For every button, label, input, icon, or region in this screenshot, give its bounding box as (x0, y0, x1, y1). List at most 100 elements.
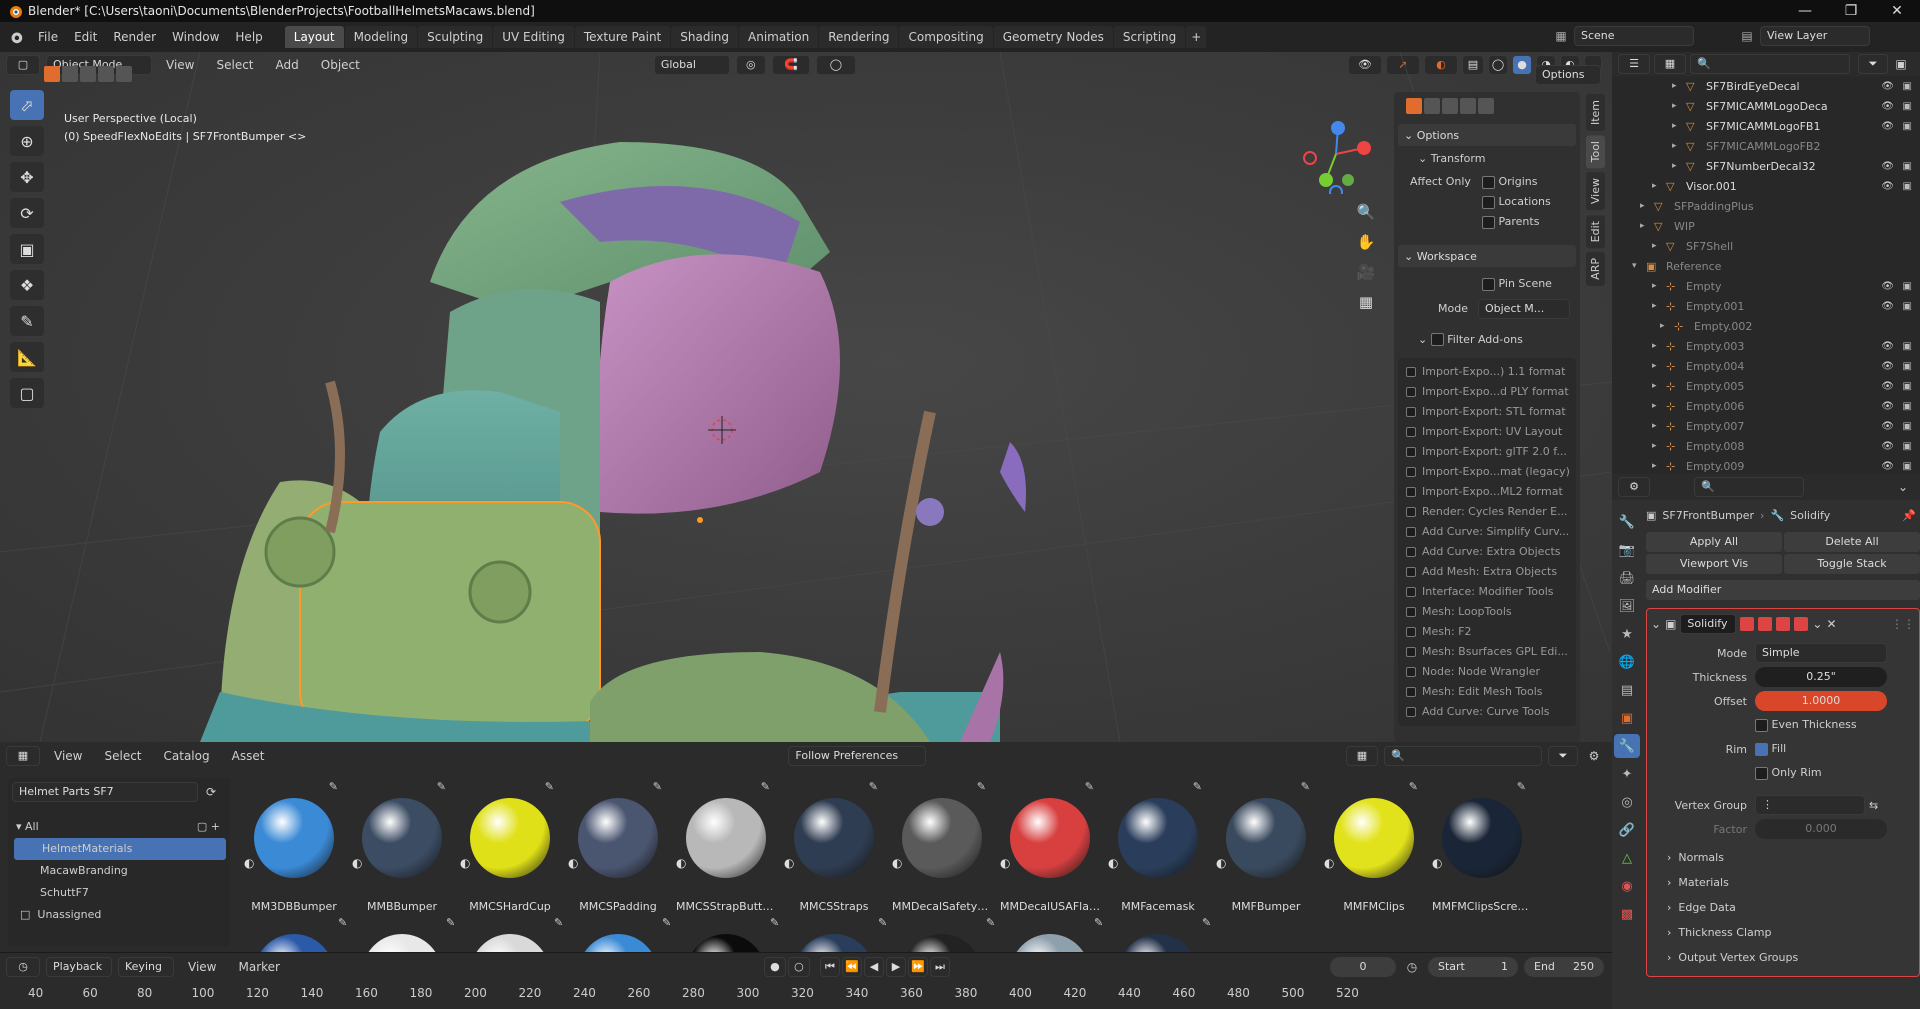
addon-check-box-icon[interactable] (1406, 547, 1416, 557)
parents-check-box-icon[interactable] (1482, 215, 1495, 229)
visibility-eye-icon[interactable]: 👁 (1881, 161, 1894, 172)
outliner-row[interactable]: ▸ ⊹ Empty.002 (1612, 316, 1920, 336)
only-rim-checkbox[interactable]: Only Rim (1755, 766, 1822, 780)
edit-asset-icon[interactable]: ✎ (554, 916, 563, 929)
outliner-item-name[interactable]: Empty.005 (1686, 380, 1744, 393)
outliner-item-name[interactable]: SFPaddingPlus (1674, 200, 1754, 213)
addon-item[interactable]: Mesh: LoopTools (1398, 602, 1576, 622)
tab-view[interactable]: View (1585, 172, 1605, 211)
tab-edit[interactable]: Edit (1585, 214, 1605, 248)
collapse-chevron-icon[interactable]: ⌄ (1651, 617, 1661, 631)
material-preview-sphere[interactable] (1118, 934, 1198, 952)
constraints-props-icon[interactable]: 🔗 (1614, 818, 1640, 842)
expand-arrow-icon[interactable]: ▸ (1660, 321, 1674, 331)
outliner-row[interactable]: ▸ ▽ SFPaddingPlus (1612, 196, 1920, 216)
panel-select-extend-icon[interactable] (1424, 98, 1440, 114)
output-vertex-groups-subpanel[interactable]: › Output Vertex Groups (1667, 945, 1915, 970)
catalog-item-all[interactable]: ▾ All ▢ + (8, 816, 230, 838)
properties-editor-type-icon[interactable]: ⚙ (1618, 477, 1650, 497)
outliner-display-mode-icon[interactable]: ▦ (1654, 54, 1686, 74)
outliner-item-name[interactable]: Empty.006 (1686, 400, 1744, 413)
edit-asset-icon[interactable]: ✎ (878, 916, 887, 929)
record-icon[interactable]: ● (763, 956, 786, 977)
pin-icon[interactable]: 📌 (1902, 509, 1916, 522)
addon-check-box-icon[interactable] (1406, 367, 1416, 377)
workspace-section-header[interactable]: ⌄ Workspace (1398, 245, 1576, 267)
add-cube-tool-icon[interactable]: ▢ (10, 378, 44, 408)
perspective-toggle-icon[interactable]: ▦ (1354, 290, 1378, 314)
auto-key-icon[interactable]: ○ (787, 956, 810, 977)
expand-arrow-icon[interactable]: ▸ (1672, 81, 1686, 91)
expand-arrow-icon[interactable]: ▸ (1652, 301, 1666, 311)
outliner-item-name[interactable]: SF7BirdEyeDecal (1706, 80, 1800, 93)
workspace-mode-select[interactable]: Object M... (1477, 298, 1570, 319)
material-asset[interactable]: ◐ ✎ MM3DBBumper (244, 780, 344, 913)
measure-tool-icon[interactable]: 📐 (10, 342, 44, 372)
material-asset[interactable]: ◐ ✎ MMCSPadding (568, 780, 668, 913)
material-preview-sphere[interactable] (254, 934, 334, 952)
play-reverse-icon[interactable]: ◀ (863, 956, 884, 977)
menu-window[interactable]: Window (164, 26, 227, 48)
addon-check-box-icon[interactable] (1406, 647, 1416, 657)
outliner-row[interactable]: ▸ ▽ SF7MICAMMLogoFB1 👁 ▣ (1612, 116, 1920, 136)
addon-check-box-icon[interactable] (1406, 447, 1416, 457)
outliner-item-name[interactable]: Empty.002 (1694, 320, 1752, 333)
expand-arrow-icon[interactable]: ▾ (1632, 261, 1646, 271)
outliner-item-name[interactable]: WIP (1674, 220, 1695, 233)
asset-filter-icon[interactable]: ⏷ (1548, 746, 1578, 766)
addon-check-box-icon[interactable] (1406, 487, 1416, 497)
even-thickness-check-box-icon[interactable] (1755, 718, 1768, 732)
outliner-search-input[interactable]: 🔍 (1690, 54, 1850, 74)
material-preview-sphere[interactable] (902, 798, 982, 878)
material-preview-sphere[interactable] (902, 934, 982, 952)
maximize-icon[interactable]: ❐ (1828, 0, 1874, 22)
next-keyframe-icon[interactable]: ⏩ (907, 956, 928, 977)
tab-geometry-nodes[interactable]: Geometry Nodes (993, 26, 1113, 48)
outliner-item-name[interactable]: Empty.007 (1686, 420, 1744, 433)
panel-select-subtract-icon[interactable] (1442, 98, 1458, 114)
tab-tool[interactable]: Tool (1585, 135, 1605, 169)
material-preview-sphere[interactable] (470, 934, 550, 952)
asset-menu-select[interactable]: Select (96, 745, 149, 767)
tab-sculpting[interactable]: Sculpting (418, 26, 493, 48)
visibility-eye-icon[interactable]: 👁 (1881, 361, 1894, 372)
filter-addons-check-box-icon[interactable] (1430, 333, 1444, 346)
material-preview-sphere[interactable] (1442, 798, 1522, 878)
addon-item[interactable]: Import-Expo...mat (legacy) (1398, 462, 1576, 482)
playback-menu[interactable]: Playback (46, 956, 112, 977)
particles-props-icon[interactable]: ✦ (1614, 762, 1640, 786)
material-asset[interactable]: ◐ ✎ MMFMClips (1324, 780, 1424, 913)
new-catalog-icon[interactable]: ▢ + (197, 816, 220, 838)
expand-arrow-icon[interactable]: ▸ (1672, 121, 1686, 131)
outliner-row[interactable]: ▸ ⊹ Empty 👁 ▣ (1612, 276, 1920, 296)
annotate-tool-icon[interactable]: ✎ (10, 306, 44, 336)
tab-uv-editing[interactable]: UV Editing (493, 26, 574, 48)
visibility-eye-icon[interactable]: 👁 (1881, 101, 1894, 112)
outliner-item-name[interactable]: SF7Shell (1686, 240, 1733, 253)
outliner-editor-type-icon[interactable]: ☰ (1618, 54, 1650, 74)
move-tool-icon[interactable]: ✥ (10, 162, 44, 192)
panel-select-invert-icon[interactable] (1460, 98, 1476, 114)
material-asset[interactable]: ◐ ✎ MMFMClipsScrews (1432, 780, 1532, 913)
material-preview-sphere[interactable] (794, 798, 874, 878)
visibility-eye-icon[interactable]: 👁 (1881, 441, 1894, 452)
blender-menu-icon[interactable] (8, 29, 24, 45)
material-preview-sphere[interactable] (794, 934, 874, 952)
apply-all-button[interactable]: Apply All (1646, 532, 1782, 552)
tab-texture-paint[interactable]: Texture Paint (574, 26, 671, 48)
refresh-library-icon[interactable]: ⟳ (202, 782, 220, 802)
material-asset[interactable]: ◐ ✎ MMCSHardCup (460, 780, 560, 913)
asset-settings-gear-icon[interactable]: ⚙ (1584, 749, 1604, 763)
expand-arrow-icon[interactable]: ▸ (1652, 441, 1666, 451)
render-camera-icon[interactable]: ▣ (1903, 441, 1912, 452)
rotate-tool-icon[interactable]: ⟳ (10, 198, 44, 228)
render-camera-icon[interactable]: ▣ (1903, 181, 1912, 192)
outliner-item-name[interactable]: SF7NumberDecal32 (1706, 160, 1816, 173)
outliner-row[interactable]: ▸ ⊹ Empty.003 👁 ▣ (1612, 336, 1920, 356)
outliner-row[interactable]: ▸ ▽ SF7Shell (1612, 236, 1920, 256)
addon-item[interactable]: Render: Cycles Render E... (1398, 502, 1576, 522)
pan-hand-icon[interactable]: ✋ (1354, 230, 1378, 254)
material-preview-sphere[interactable] (362, 934, 442, 952)
jump-start-icon[interactable]: ⏮ (819, 956, 840, 977)
edit-asset-icon[interactable]: ✎ (1193, 780, 1202, 793)
